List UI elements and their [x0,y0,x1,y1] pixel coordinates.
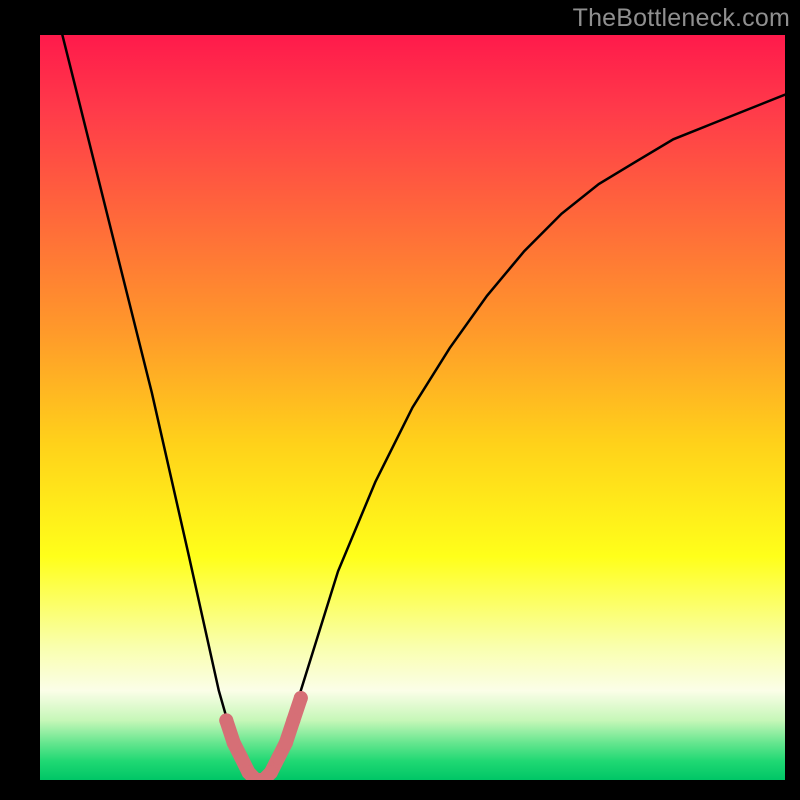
optimal-zone-point [227,736,241,750]
chart-plot-area [40,35,785,780]
optimal-zone-point [294,691,308,705]
optimal-zone-point [286,713,300,727]
chart-frame: TheBottleneck.com [0,0,800,800]
optimal-zone-point [234,751,248,765]
optimal-zone-point [271,751,285,765]
chart-svg [40,35,785,780]
optimal-zone-point [219,713,233,727]
optimal-zone-point [279,736,293,750]
watermark-text: TheBottleneck.com [573,4,790,33]
optimal-zone-point [264,766,278,780]
